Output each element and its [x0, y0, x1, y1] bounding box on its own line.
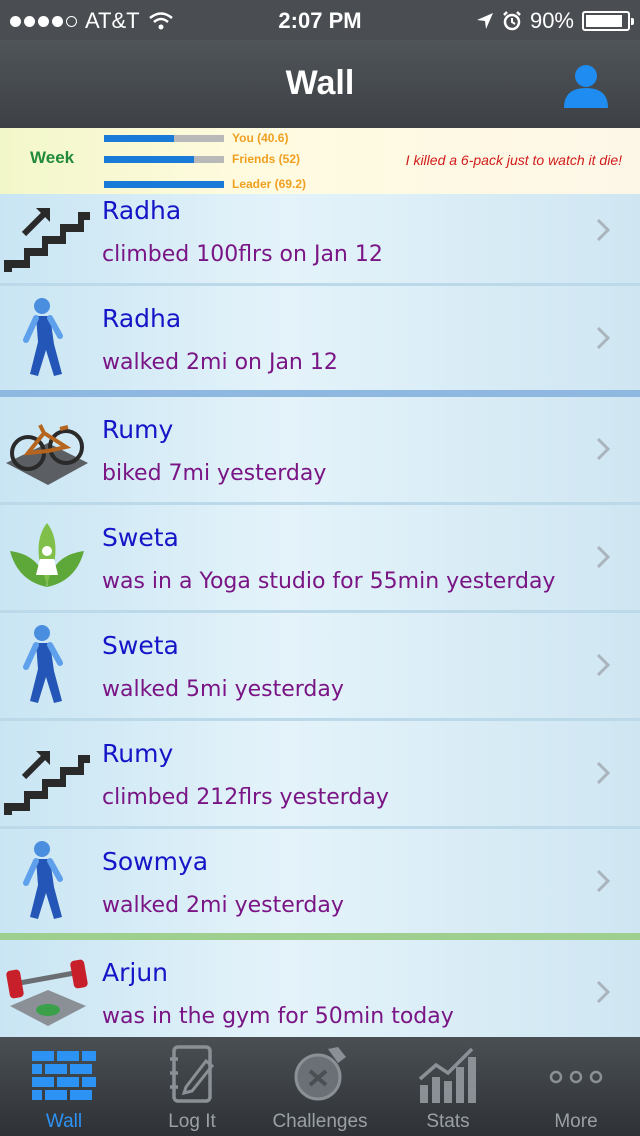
walking-person-icon — [23, 625, 63, 703]
friend-name: Sweta — [102, 631, 179, 660]
progress-bar-friends: Friends (52) — [104, 152, 300, 166]
tab-log-it[interactable]: Log It — [128, 1037, 256, 1136]
progress-label-friends: Friends (52) — [232, 152, 301, 166]
progress-bar-leader: Leader (69.2) — [104, 177, 306, 191]
activity-text: walked 2mi on Jan 12 — [102, 350, 338, 375]
bar-chart-icon — [418, 1047, 476, 1103]
section-divider — [0, 933, 640, 940]
location-arrow-icon — [476, 13, 493, 29]
walking-person-icon — [23, 841, 63, 919]
more-dots-icon — [549, 1070, 603, 1084]
list-item[interactable]: Radha climbed 100flrs on Jan 12 — [0, 194, 640, 286]
list-item[interactable]: Sweta walked 5mi yesterday — [0, 613, 640, 721]
progress-label-you: You (40.6) — [232, 131, 289, 145]
tab-label: Stats — [426, 1111, 470, 1132]
tab-label: More — [554, 1111, 598, 1132]
friend-name: Sweta — [102, 523, 179, 552]
tab-more[interactable]: More — [512, 1037, 640, 1136]
activity-text: biked 7mi yesterday — [102, 461, 327, 486]
section-divider — [0, 390, 640, 397]
status-bar: AT&T 2:07 PM 90% — [0, 0, 640, 40]
friend-name: Rumy — [102, 415, 174, 444]
friend-name: Sowmya — [102, 847, 209, 876]
chevron-right-icon — [596, 653, 610, 677]
tab-wall[interactable]: Wall — [0, 1037, 128, 1136]
activity-text: was in a Yoga studio for 55min yesterday — [102, 569, 556, 594]
nav-bar: Wall — [0, 40, 640, 128]
chevron-right-icon — [596, 761, 610, 785]
chevron-right-icon — [596, 218, 610, 242]
chevron-right-icon — [596, 980, 610, 1004]
tab-bar: Wall Log It Challenges Stats More — [0, 1037, 640, 1136]
progress-label-leader: Leader (69.2) — [232, 177, 307, 191]
activity-text: walked 2mi yesterday — [102, 893, 344, 918]
walking-person-icon — [23, 298, 63, 376]
battery-percent: 90% — [529, 8, 574, 33]
stairs-icon — [4, 751, 90, 815]
challenge-badge-icon — [294, 1047, 346, 1101]
weekly-summary[interactable]: Week You (40.6) Friends (52) Leader (69.… — [0, 128, 640, 194]
list-item[interactable]: Radha walked 2mi on Jan 12 — [0, 286, 640, 394]
tab-label: Challenges — [272, 1111, 368, 1132]
friend-name: Radha — [102, 196, 182, 225]
page-title: Wall — [285, 64, 355, 102]
chevron-right-icon — [596, 545, 610, 569]
list-item[interactable]: Arjun was in the gym for 50min today — [0, 940, 640, 1037]
list-item[interactable]: Rumy biked 7mi yesterday — [0, 397, 640, 505]
tab-challenges[interactable]: Challenges — [256, 1037, 384, 1136]
tab-label: Log It — [168, 1111, 216, 1132]
progress-bar-you: You (40.6) — [104, 131, 288, 145]
bicycle-icon — [6, 424, 88, 485]
activity-text: was in the gym for 50min today — [102, 1004, 454, 1029]
status-right: 90% — [476, 8, 634, 34]
chevron-right-icon — [596, 326, 610, 350]
battery-icon — [582, 11, 634, 31]
friend-name: Arjun — [102, 958, 169, 987]
motivational-quote: I killed a 6-pack just to watch it die! — [405, 152, 622, 168]
chevron-right-icon — [596, 437, 610, 461]
activity-text: climbed 100flrs on Jan 12 — [102, 242, 383, 267]
notebook-pencil-icon — [170, 1045, 215, 1103]
chevron-right-icon — [596, 869, 610, 893]
person-icon[interactable] — [562, 62, 610, 108]
barbell-icon — [6, 959, 88, 1026]
period-label: Week — [30, 148, 75, 167]
activity-text: climbed 212flrs yesterday — [102, 785, 389, 810]
friend-name: Rumy — [102, 739, 174, 768]
list-item[interactable]: Sowmya walked 2mi yesterday — [0, 829, 640, 937]
brick-wall-icon — [32, 1051, 96, 1100]
activity-text: walked 5mi yesterday — [102, 677, 344, 702]
list-item[interactable]: Rumy climbed 212flrs yesterday — [0, 721, 640, 829]
stairs-icon — [4, 208, 90, 272]
activity-feed[interactable]: Radha climbed 100flrs on Jan 12 Radha wa… — [0, 194, 640, 1037]
tab-stats[interactable]: Stats — [384, 1037, 512, 1136]
friend-name: Radha — [102, 304, 182, 333]
yoga-lotus-icon — [10, 523, 84, 587]
tab-label: Wall — [45, 1111, 83, 1132]
list-item[interactable]: Sweta was in a Yoga studio for 55min yes… — [0, 505, 640, 613]
alarm-clock-icon — [503, 11, 521, 31]
